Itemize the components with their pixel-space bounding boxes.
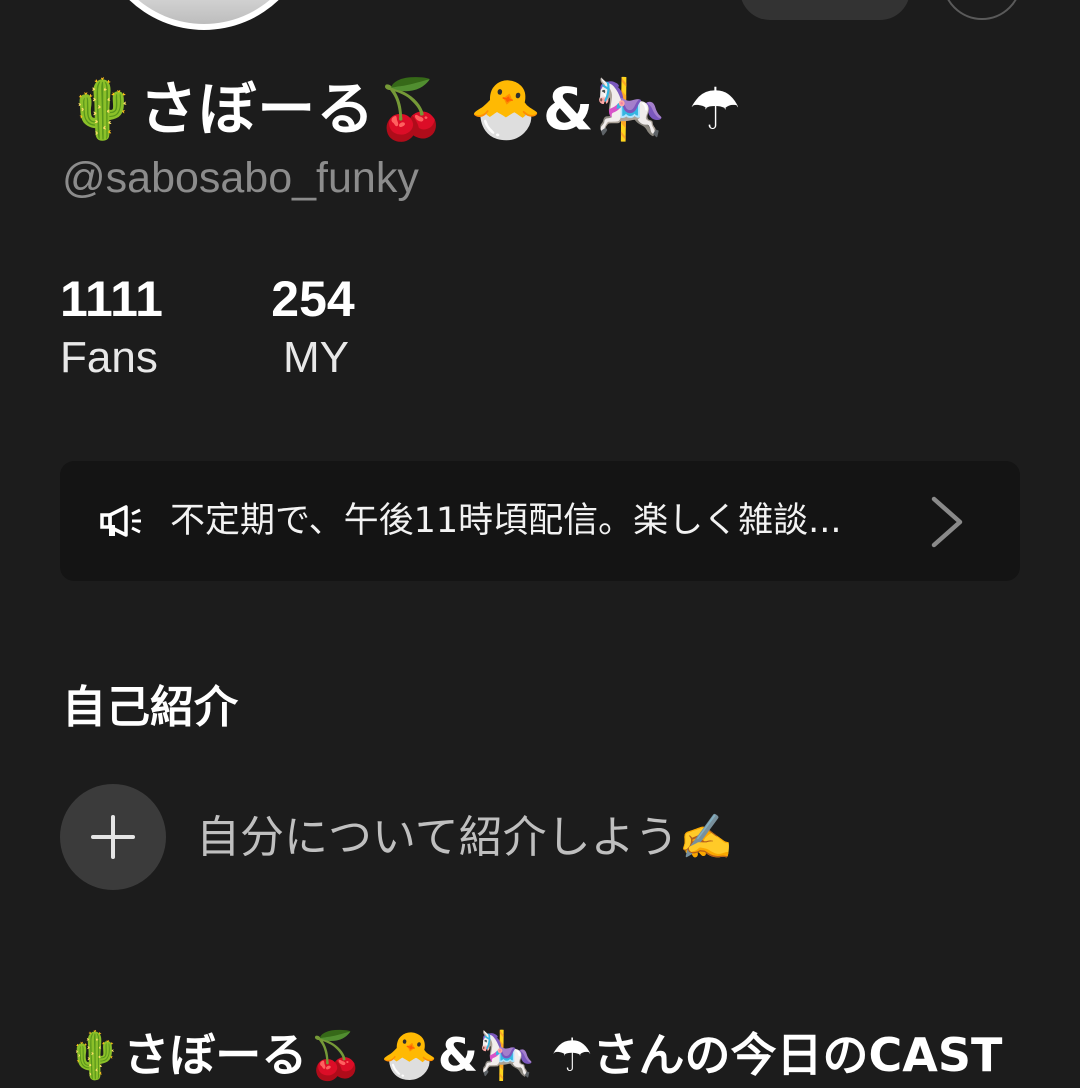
profile-avatar[interactable]	[96, 0, 312, 30]
top-bar	[0, 0, 1080, 40]
my-count: 254	[271, 271, 355, 327]
my-label: MY	[283, 333, 349, 382]
add-intro-button[interactable]	[60, 784, 166, 890]
add-self-intro[interactable]: 自分について紹介しよう✍️	[60, 784, 860, 892]
follow-button[interactable]	[740, 0, 910, 20]
self-intro-placeholder: 自分について紹介しよう✍️	[196, 812, 734, 863]
my-stat[interactable]: 254 MY	[258, 268, 368, 386]
more-options-button[interactable]	[942, 0, 1022, 20]
announcement-banner[interactable]: 不定期で、午後11時頃配信。楽しく雑談...	[60, 461, 1020, 581]
fans-count: 1111	[60, 271, 163, 327]
avatar-image	[102, 0, 306, 24]
fans-stat[interactable]: 1111 Fans	[60, 268, 170, 386]
fans-label: Fans	[60, 333, 158, 382]
announcement-text: 不定期で、午後11時頃配信。楽しく雑談...	[170, 501, 842, 541]
todays-cast-heading: 🌵さぼーる🍒 🐣&🎠 ☂さんの今日のCAST	[66, 1028, 1003, 1082]
chevron-right-icon	[928, 495, 968, 549]
megaphone-icon	[100, 503, 144, 539]
self-intro-heading: 自己紹介	[62, 682, 238, 733]
user-handle: @sabosabo_funky	[62, 154, 419, 202]
display-name: 🌵さぼーる🍒 🐣&🎠 ☂	[66, 75, 742, 143]
